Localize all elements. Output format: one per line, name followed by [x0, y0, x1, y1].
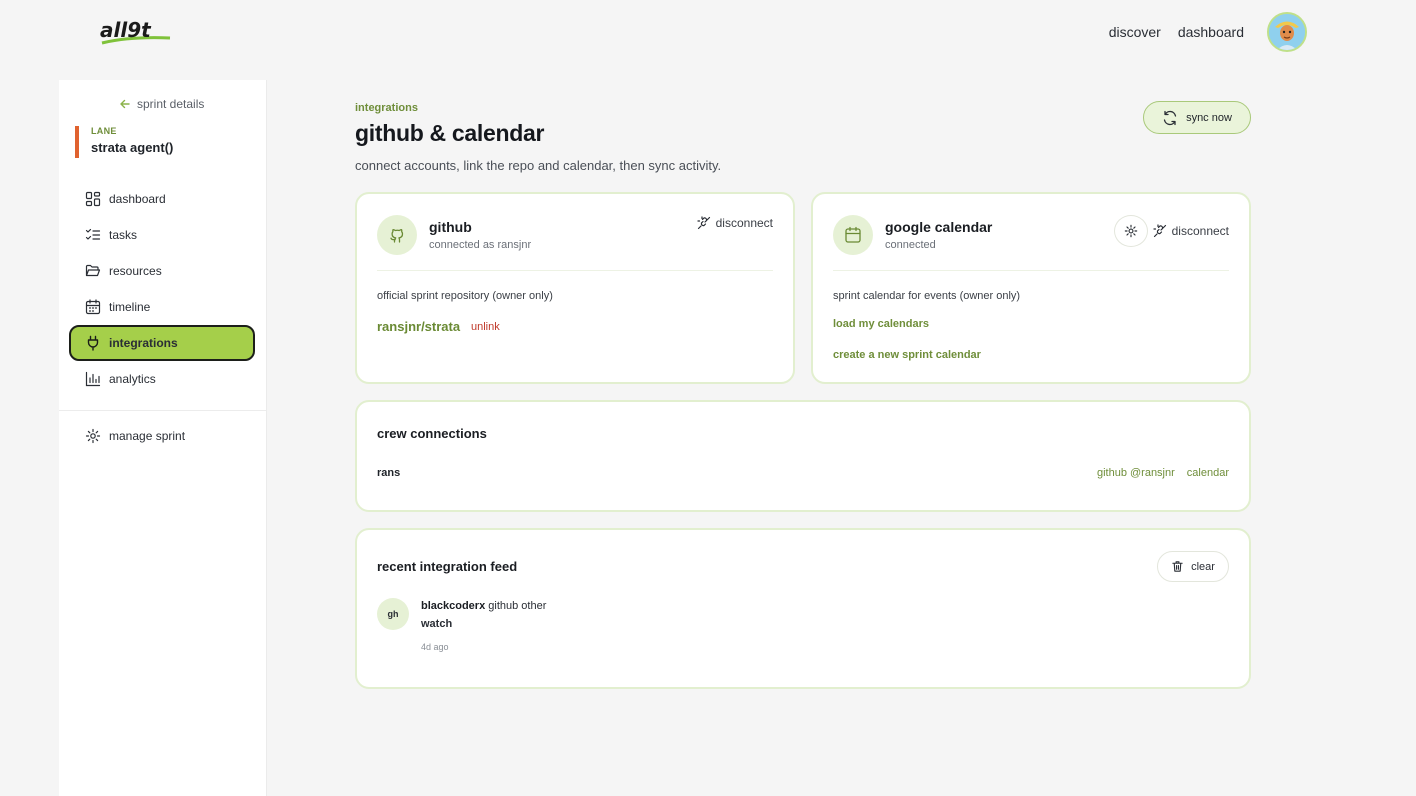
refresh-icon	[1163, 110, 1177, 125]
lane-name: strata agent()	[91, 140, 174, 155]
nav-dashboard-link[interactable]: dashboard	[1178, 24, 1244, 40]
sync-now-button[interactable]: sync now	[1143, 101, 1251, 134]
crew-member-name: rans	[377, 467, 401, 479]
card-divider	[833, 270, 1229, 271]
github-badge	[377, 215, 417, 255]
feed-item-avatar: gh	[377, 598, 409, 630]
feed-item-header: blackcoderx github other	[421, 600, 546, 612]
breadcrumb: integrations	[355, 102, 418, 114]
load-calendars-button[interactable]: load my calendars	[833, 318, 929, 330]
github-connection-status: connected as ransjnr	[429, 239, 532, 251]
page-title: github & calendar	[355, 120, 545, 146]
crew-calendar-tag: calendar	[1186, 467, 1229, 479]
sidebar-item-tasks[interactable]: tasks	[69, 217, 255, 253]
calendar-connection-status: connected	[885, 239, 936, 251]
clear-feed-button[interactable]: clear	[1157, 551, 1229, 582]
calendar-service-name: google calendar	[885, 219, 993, 235]
feed-item-meta: github other	[488, 600, 547, 612]
sidebar-item-label: integrations	[109, 336, 178, 350]
feed-title: recent integration feed	[377, 559, 518, 574]
github-disconnect-label: disconnect	[715, 216, 773, 230]
trash-icon	[1172, 561, 1183, 572]
back-to-sprint-details-link[interactable]: sprint details	[119, 97, 204, 111]
calendar-disconnect-button[interactable]: disconnect	[1153, 224, 1229, 238]
sidebar-item-resources[interactable]: resources	[69, 253, 255, 289]
sidebar-nav: dashboard tasks resources timeline integ…	[69, 181, 255, 397]
lane-indicator: LANE strata agent()	[75, 126, 173, 158]
crew-connections-title: crew connections	[377, 426, 487, 441]
sidebar-divider	[59, 410, 266, 411]
crew-member-connections: github @ransjnr calendar	[1097, 467, 1229, 479]
top-nav: discover dashboard	[1109, 12, 1307, 52]
calendar-icon	[845, 226, 861, 243]
sidebar-item-manage-sprint[interactable]: manage sprint	[69, 418, 255, 454]
page-subtitle: connect accounts, link the repo and cale…	[355, 158, 722, 173]
bar-chart-icon	[85, 371, 101, 387]
sidebar-item-label: dashboard	[109, 192, 166, 206]
sidebar-manage-section: manage sprint	[69, 418, 255, 454]
github-card: github connected as ransjnr disconnect o…	[355, 192, 795, 384]
arrow-left-icon	[120, 99, 130, 109]
unplug-icon	[1153, 224, 1166, 238]
lane-tag: LANE	[91, 126, 117, 136]
plug-icon	[87, 335, 99, 351]
logo-text: all9t	[100, 18, 152, 42]
calendar-icon	[85, 299, 101, 315]
sidebar-item-timeline[interactable]: timeline	[69, 289, 255, 325]
sidebar-item-label: resources	[109, 264, 162, 278]
calendar-select-label: sprint calendar for events (owner only)	[833, 290, 1021, 302]
crew-github-tag: github @ransjnr	[1096, 467, 1175, 479]
github-repo-link[interactable]: ransjnr/strata	[377, 319, 460, 334]
feed-item-time: 4d ago	[421, 642, 449, 652]
unplug-icon	[697, 216, 710, 230]
sidebar-item-analytics[interactable]: analytics	[69, 361, 255, 397]
sidebar-item-integrations[interactable]: integrations	[69, 325, 255, 361]
calendar-badge	[833, 215, 873, 255]
sidebar-item-dashboard[interactable]: dashboard	[69, 181, 255, 217]
layout-grid-icon	[85, 191, 101, 207]
github-unlink-button[interactable]: unlink	[471, 321, 500, 333]
gear-icon	[1124, 224, 1138, 238]
google-calendar-card: google calendar connected disconnect spr…	[811, 192, 1251, 384]
calendar-disconnect-label: disconnect	[1171, 224, 1229, 238]
feed-item-user: blackcoderx	[421, 600, 486, 612]
back-link-label: sprint details	[137, 97, 205, 111]
github-repo-label: official sprint repository (owner only)	[377, 290, 553, 302]
clear-feed-label: clear	[1191, 560, 1215, 573]
integration-feed-card: recent integration feed clear gh blackco…	[355, 528, 1251, 689]
sidebar-item-label: tasks	[109, 228, 138, 242]
sidebar: sprint details LANE strata agent() dashb…	[59, 80, 267, 796]
create-sprint-calendar-button[interactable]: create a new sprint calendar	[833, 349, 981, 361]
calendar-settings-button[interactable]	[1114, 215, 1148, 247]
github-service-name: github	[429, 219, 472, 235]
folder-open-icon	[85, 264, 101, 277]
sync-now-label: sync now	[1186, 111, 1232, 124]
app-logo[interactable]: all9t	[98, 16, 174, 46]
github-disconnect-button[interactable]: disconnect	[697, 216, 773, 230]
user-avatar[interactable]	[1267, 12, 1307, 52]
github-icon	[390, 229, 404, 243]
sidebar-item-label: timeline	[109, 300, 151, 314]
sidebar-item-label: analytics	[109, 372, 156, 386]
gear-icon	[85, 428, 101, 444]
nav-discover-link[interactable]: discover	[1109, 24, 1161, 40]
list-checks-icon	[85, 228, 101, 240]
sidebar-item-label: manage sprint	[109, 429, 186, 443]
card-divider	[377, 270, 773, 271]
feed-item-action: watch	[421, 618, 453, 630]
crew-connections-card: crew connections rans github @ransjnr ca…	[355, 400, 1251, 512]
